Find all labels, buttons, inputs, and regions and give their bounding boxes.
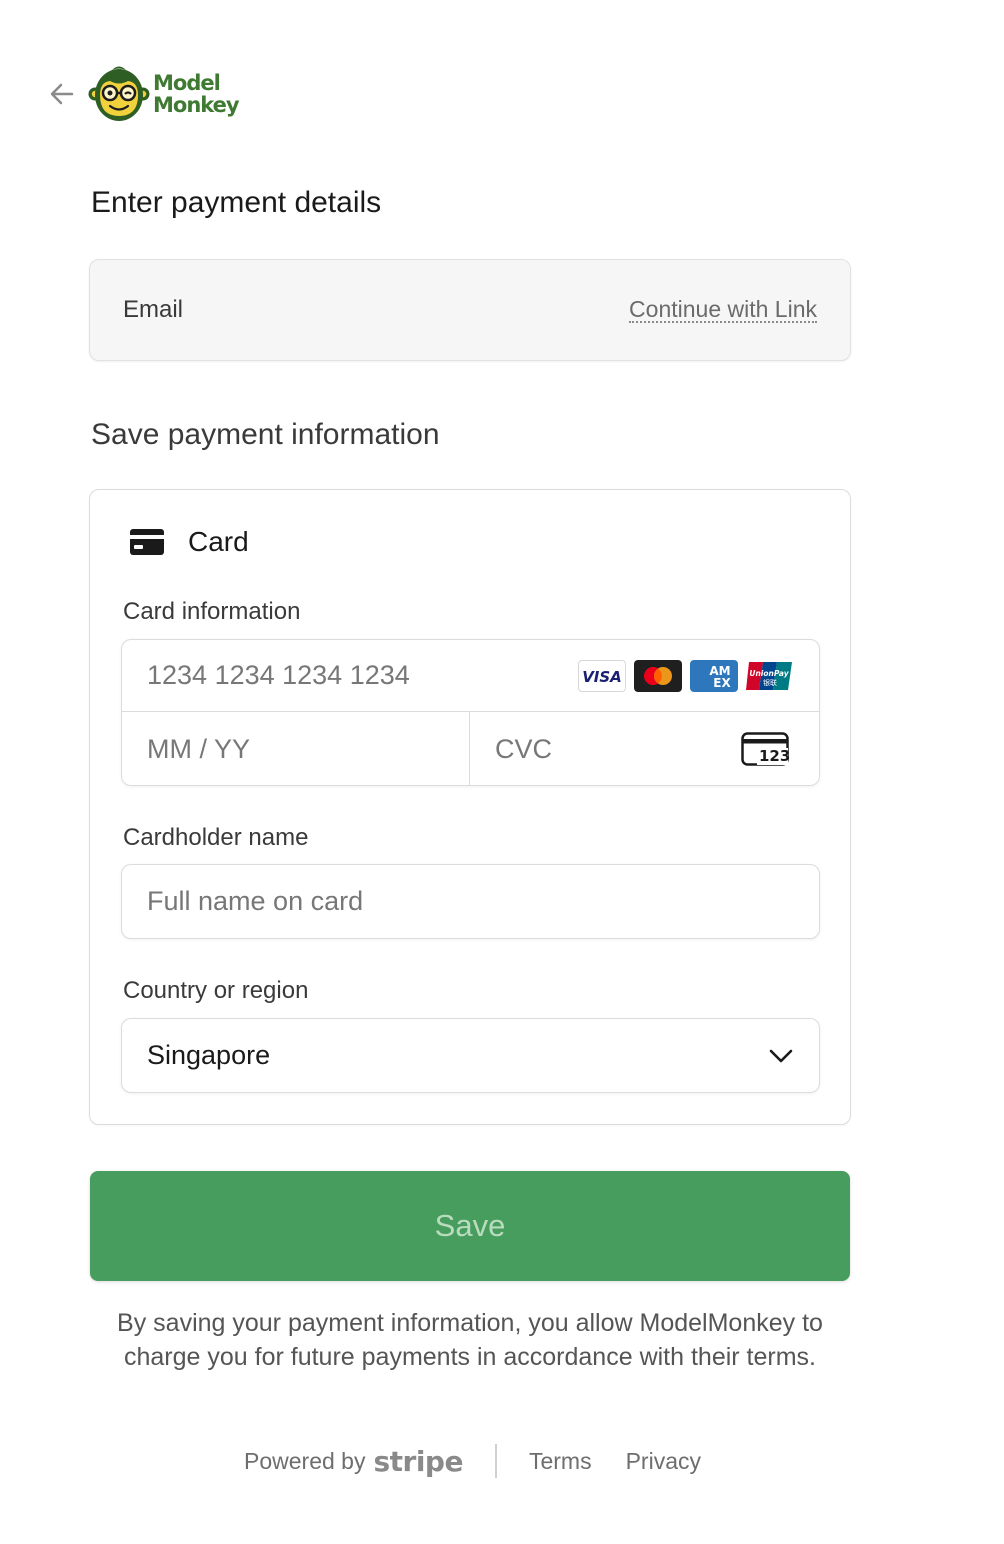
visa-icon: VISA [578, 659, 626, 692]
mastercard-icon [634, 659, 682, 692]
payment-method-card[interactable]: Card [130, 526, 249, 558]
save-button[interactable]: Save [90, 1171, 850, 1281]
card-expiry-cvc-row: MM / YY CVC 123 [122, 712, 819, 785]
email-field[interactable]: Email Continue with Link [89, 259, 851, 361]
page-title: Enter payment details [91, 186, 382, 219]
monkey-logo-icon [88, 66, 150, 121]
brand-line2: Monkey [153, 93, 240, 117]
card-number-placeholder: 1234 1234 1234 1234 [147, 660, 410, 690]
save-button-label: Save [434, 1208, 506, 1243]
svg-text:银联: 银联 [763, 678, 777, 687]
cvc-card-icon: 123 [741, 732, 791, 766]
powered-by-stripe[interactable]: Powered by stripe [244, 1445, 463, 1478]
section-title: Save payment information [91, 418, 440, 451]
brand-line1: Model [153, 71, 221, 95]
cardholder-label: Cardholder name [123, 824, 309, 851]
payment-method-panel: Card Card information 1234 1234 1234 123… [89, 489, 851, 1125]
expiry-input[interactable]: MM / YY [122, 712, 470, 785]
card-info-group: 1234 1234 1234 1234 VISA AM EX UnionPay 银联… [121, 639, 820, 786]
email-label: Email [123, 296, 184, 323]
powered-by-label: Powered by [244, 1447, 366, 1474]
chevron-down-icon [769, 1049, 793, 1062]
consent-text: By saving your payment information, you … [117, 1309, 823, 1371]
cardholder-placeholder: Full name on card [147, 886, 364, 916]
svg-text:VISA: VISA [582, 668, 622, 686]
country-label: Country or region [123, 977, 309, 1004]
cvc-placeholder: CVC [495, 733, 553, 764]
payment-method-label: Card [188, 526, 249, 557]
credit-card-icon [130, 529, 164, 555]
footer-divider [494, 1444, 497, 1478]
svg-text:EX: EX [713, 676, 731, 690]
header: Model Monkey [46, 62, 240, 126]
cvc-icon-digits: 123 [759, 747, 791, 765]
unionpay-icon: UnionPay 银联 [746, 659, 794, 692]
brand-logo[interactable]: Model Monkey [88, 64, 240, 124]
card-info-label: Card information [123, 598, 301, 625]
arrow-left-icon [50, 83, 74, 105]
cvc-input[interactable]: CVC 123 [470, 712, 819, 785]
brand-name: Model Monkey [153, 71, 240, 117]
privacy-link[interactable]: Privacy [626, 1448, 701, 1475]
amex-icon: AM EX [690, 659, 738, 692]
stripe-logo: stripe [373, 1444, 463, 1478]
back-button[interactable] [46, 78, 78, 110]
country-value: Singapore [147, 1040, 271, 1070]
cardholder-name-input[interactable]: Full name on card [121, 864, 820, 939]
footer: Powered by stripe Terms Privacy [244, 1442, 701, 1480]
continue-with-link-button[interactable]: Continue with Link [629, 297, 817, 323]
card-brands: VISA AM EX UnionPay 银联 [578, 659, 794, 692]
country-select[interactable]: Singapore [121, 1018, 820, 1093]
svg-text:UnionPay: UnionPay [749, 669, 789, 678]
expiry-placeholder: MM / YY [147, 733, 251, 764]
card-number-input[interactable]: 1234 1234 1234 1234 VISA AM EX UnionPay 银联 [122, 640, 819, 712]
terms-link[interactable]: Terms [529, 1448, 592, 1475]
